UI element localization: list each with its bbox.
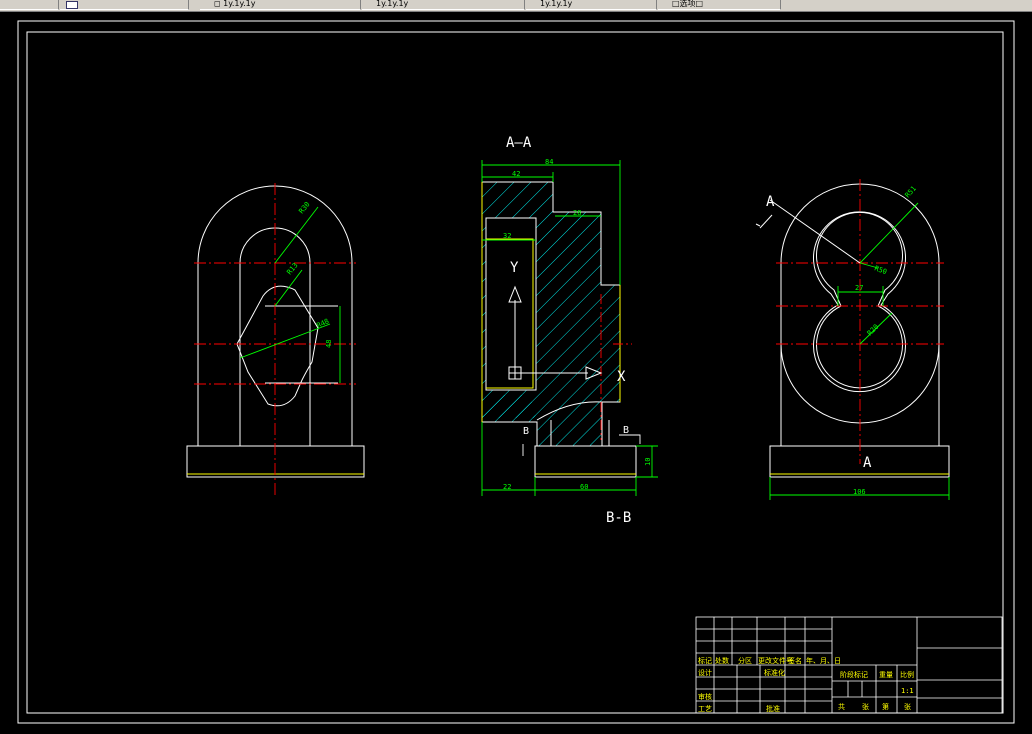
left-view[interactable] bbox=[186, 185, 365, 478]
dim-106-right: 106 bbox=[853, 488, 866, 496]
dim-32-middle: 32 bbox=[503, 232, 511, 240]
tb-scale: 比例 bbox=[900, 670, 914, 679]
tb-approve: 批准 bbox=[766, 704, 780, 713]
tb-review: 审核 bbox=[698, 692, 712, 701]
dim-60-middle: 60 bbox=[580, 483, 588, 491]
cut-b-right-label: B bbox=[623, 425, 629, 436]
dim-84-middle: 84 bbox=[545, 158, 553, 166]
toolbar-tab-5[interactable]: 1y.1y.1y bbox=[526, 0, 657, 10]
tb-zone: 分区 bbox=[738, 656, 752, 665]
tb-count: 处数 bbox=[715, 656, 729, 665]
toolbar-tab-6[interactable]: □选项□ bbox=[658, 0, 781, 10]
dim-r20-right: R20 bbox=[866, 323, 881, 338]
tb-design: 设计 bbox=[698, 668, 712, 677]
title-block bbox=[695, 616, 1003, 714]
middle-section-view[interactable] bbox=[481, 181, 637, 478]
section-aa-label: A—A bbox=[506, 135, 532, 151]
section-bb-label: B-B bbox=[606, 510, 631, 526]
drawing-canvas[interactable]: R30 R13 R48 48 Y X 84 42 28 32 22 60 10 … bbox=[0, 11, 1032, 734]
dim-r50-right: R50 bbox=[873, 264, 888, 276]
tb-date: 年、月、日 bbox=[806, 656, 841, 665]
dim-r30-left: R30 bbox=[297, 200, 311, 215]
cut-a-bottom-label: A bbox=[863, 455, 872, 471]
dim-r48-left: R48 bbox=[315, 317, 330, 330]
toolbar-tab-3[interactable]: ◻ 1y.1y.1y bbox=[200, 0, 361, 10]
dim-10-middle: 10 bbox=[644, 458, 652, 466]
dim-22-middle: 22 bbox=[503, 483, 511, 491]
dim-48-left: 48 bbox=[325, 340, 333, 348]
cut-a-top-label: A bbox=[766, 194, 775, 210]
right-view-dimensions bbox=[769, 202, 950, 500]
dim-28-middle: 28 bbox=[573, 209, 581, 217]
window-icon bbox=[66, 1, 78, 9]
tb-sheet2: 张 bbox=[904, 702, 911, 711]
toolbar-tab-2[interactable] bbox=[60, 0, 189, 10]
toolbar-tab-1[interactable] bbox=[0, 0, 59, 10]
dim-r13-left: R13 bbox=[285, 261, 299, 276]
tb-sheet: 张 bbox=[862, 702, 869, 711]
tb-process: 工艺 bbox=[698, 705, 712, 713]
tb-mark: 标记 bbox=[698, 656, 712, 665]
cut-b-left-label: B bbox=[523, 426, 529, 437]
dim-42-middle: 42 bbox=[512, 170, 520, 178]
tb-weight: 重量 bbox=[879, 671, 893, 679]
tb-scale-value: 1:1 bbox=[901, 687, 914, 695]
left-view-dimensions bbox=[239, 206, 341, 383]
axis-x-label: X bbox=[617, 369, 626, 385]
axis-y-label: Y bbox=[510, 260, 519, 276]
tb-no: 第 bbox=[882, 702, 889, 711]
tb-total: 共 bbox=[838, 702, 845, 711]
tb-standard: 标准化 bbox=[764, 668, 785, 677]
toolbar-tab-4[interactable]: 1y.1y.1y bbox=[362, 0, 525, 10]
tb-stage-mark: 阶段标记 bbox=[840, 670, 868, 679]
tb-signature: 签名 bbox=[788, 656, 802, 665]
dim-27-right: 27 bbox=[855, 284, 863, 292]
right-view[interactable] bbox=[755, 183, 950, 478]
dim-r51-right: R51 bbox=[904, 185, 918, 200]
